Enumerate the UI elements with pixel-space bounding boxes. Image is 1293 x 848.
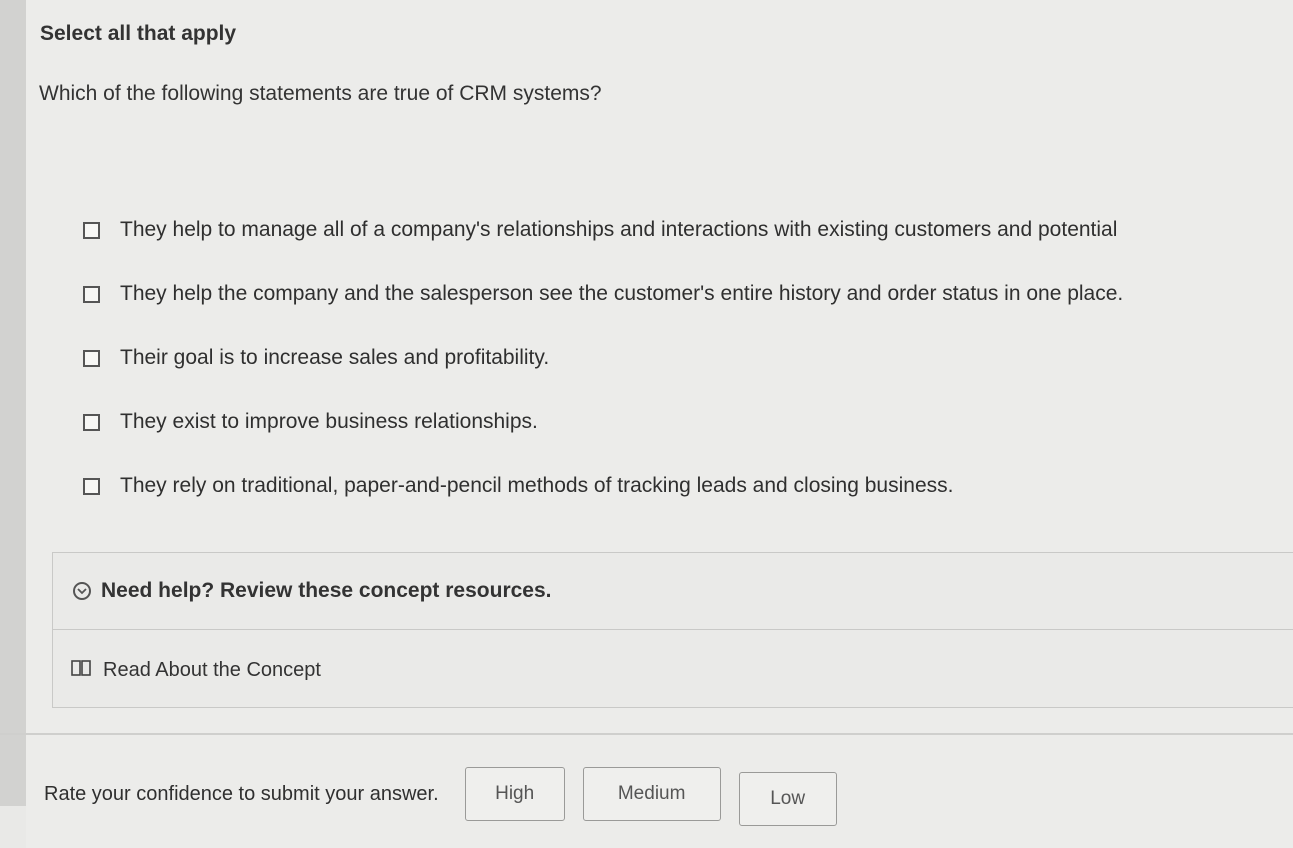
answer-option[interactable]: They help to manage all of a company's r… xyxy=(83,198,1293,262)
confidence-medium-button[interactable]: Medium xyxy=(582,767,721,821)
help-divider xyxy=(53,629,1293,630)
answer-option-label: They exist to improve business relations… xyxy=(120,410,538,433)
answer-option[interactable]: They rely on traditional, paper-and-penc… xyxy=(83,454,1293,518)
answer-option-label: They help the company and the salesperso… xyxy=(120,282,1124,305)
question-instruction: Select all that apply xyxy=(40,22,237,45)
checkbox[interactable] xyxy=(83,413,100,431)
section-divider xyxy=(0,733,1293,735)
question-page: Select all that apply Which of the follo… xyxy=(26,0,1293,848)
checkbox[interactable] xyxy=(83,285,100,303)
book-icon xyxy=(71,659,91,682)
confidence-prompt: Rate your confidence to submit your answ… xyxy=(44,782,439,805)
checkbox[interactable] xyxy=(83,221,100,239)
confidence-rating: Rate your confidence to submit your answ… xyxy=(44,762,855,826)
answer-option-label: Their goal is to increase sales and prof… xyxy=(120,346,550,369)
answer-option-label: They help to manage all of a company's r… xyxy=(120,218,1118,241)
answer-option[interactable]: They exist to improve business relations… xyxy=(83,390,1293,454)
read-about-concept-link[interactable]: Read About the Concept xyxy=(71,659,321,682)
chevron-down-circle-icon xyxy=(73,582,91,600)
answer-options: They help to manage all of a company's r… xyxy=(83,198,1293,518)
answer-option-label: They rely on traditional, paper-and-penc… xyxy=(120,474,954,497)
answer-option[interactable]: Their goal is to increase sales and prof… xyxy=(83,326,1293,390)
checkbox[interactable] xyxy=(83,349,100,367)
question-text: Which of the following statements are tr… xyxy=(39,82,602,105)
help-toggle[interactable]: Need help? Review these concept resource… xyxy=(73,579,552,603)
read-about-concept-label: Read About the Concept xyxy=(103,659,321,681)
confidence-low-button[interactable]: Low xyxy=(738,772,837,826)
answer-option[interactable]: They help the company and the salesperso… xyxy=(83,262,1293,326)
checkbox[interactable] xyxy=(83,477,100,495)
help-title: Need help? Review these concept resource… xyxy=(101,579,552,602)
help-panel: Need help? Review these concept resource… xyxy=(52,552,1293,708)
left-margin-strip xyxy=(0,0,26,806)
confidence-high-button[interactable]: High xyxy=(464,767,565,821)
